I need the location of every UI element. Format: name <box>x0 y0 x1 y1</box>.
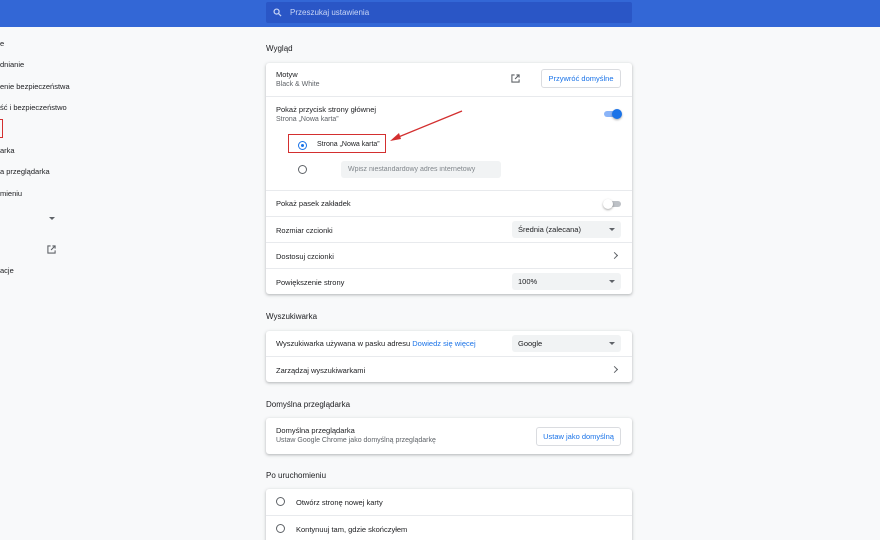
home-button-toggle[interactable] <box>604 109 622 119</box>
home-option-custom-url[interactable] <box>298 161 598 178</box>
default-browser-label: Domyślna przeglądarka <box>276 426 355 435</box>
manage-search-engines-label: Zarządzaj wyszukiwarkami <box>276 366 366 375</box>
dropdown-arrow-icon <box>609 280 615 283</box>
radio-startup-continue[interactable] <box>276 524 285 533</box>
font-size-label: Rozmiar czcionki <box>276 226 333 235</box>
learn-more-link[interactable]: Dowiedz się więcej <box>412 339 475 348</box>
startup-option-new-tab[interactable]: Otwórz stronę nowej karty <box>266 489 632 515</box>
sidebar-item[interactable]: a przeglądarka <box>0 167 50 176</box>
section-title-default-browser: Domyślna przeglądarka <box>266 400 351 409</box>
customize-fonts-row[interactable]: Dostosuj czcionki <box>266 242 632 268</box>
customize-fonts-label: Dostosuj czcionki <box>276 252 334 261</box>
font-size-select[interactable]: Średnia (zalecana) <box>512 221 621 238</box>
font-size-value: Średnia (zalecana) <box>518 225 581 234</box>
dropdown-arrow-icon <box>609 342 615 345</box>
startup-new-tab-label: Otwórz stronę nowej karty <box>296 498 383 507</box>
bookmarks-bar-row: Pokaż pasek zakładek <box>266 190 632 216</box>
set-default-button[interactable]: Ustaw jako domyślną <box>536 427 621 446</box>
default-browser-description: Ustaw Google Chrome jako domyślną przegl… <box>276 437 436 444</box>
startup-continue-label: Kontynuuj tam, gdzie skończyłem <box>296 525 408 534</box>
dropdown-arrow-icon <box>609 228 615 231</box>
top-bar <box>0 0 880 27</box>
chevron-right-icon <box>610 365 619 374</box>
page-zoom-label: Powiększenie strony <box>276 278 345 287</box>
on-startup-card: Otwórz stronę nowej karty Kontynuuj tam,… <box>266 489 632 540</box>
section-title-search-engine: Wyszukiwarka <box>266 312 318 321</box>
reset-theme-button[interactable]: Przywróć domyślne <box>541 69 621 88</box>
sidebar-item[interactable]: ść i bezpieczeństwo <box>0 103 67 112</box>
annotation-arrow-icon <box>390 110 463 141</box>
radio-startup-new-tab[interactable] <box>276 497 285 506</box>
search-engine-select[interactable]: Google <box>512 335 621 352</box>
page-zoom-select[interactable]: 100% <box>512 273 621 290</box>
sidebar-selection-marker <box>0 119 3 138</box>
address-bar-engine-row: Wyszukiwarka używana w pasku adresu Dowi… <box>266 331 632 356</box>
bookmarks-bar-toggle[interactable] <box>603 199 621 209</box>
search-box[interactable] <box>266 2 632 23</box>
chevron-right-icon <box>610 251 619 260</box>
home-button-label: Pokaż przycisk strony głównej <box>276 105 377 114</box>
search-engine-value: Google <box>518 339 543 348</box>
search-icon <box>273 8 282 17</box>
radio-custom-url[interactable] <box>298 165 307 174</box>
external-link-icon[interactable] <box>511 74 520 83</box>
custom-url-input[interactable] <box>341 161 501 178</box>
section-title-appearance: Wygląd <box>266 44 293 53</box>
sidebar-item[interactable]: arka <box>0 146 15 155</box>
section-title-on-startup: Po uruchomieniu <box>266 471 327 480</box>
advanced-expand-icon[interactable] <box>49 217 55 220</box>
default-browser-card: Domyślna przeglądarka Ustaw Google Chrom… <box>266 418 632 454</box>
sidebar-item[interactable]: mieniu <box>0 189 22 198</box>
manage-search-engines-row[interactable]: Zarządzaj wyszukiwarkami <box>266 356 632 382</box>
sidebar-item[interactable]: e <box>0 39 4 48</box>
theme-row: Motyw Black & White Przywróć domyślne <box>266 63 632 96</box>
font-size-row: Rozmiar czcionki Średnia (zalecana) <box>266 216 632 242</box>
sidebar-item[interactable]: acje <box>0 266 14 275</box>
external-link-icon[interactable] <box>47 245 56 254</box>
appearance-card: Motyw Black & White Przywróć domyślne Po… <box>266 63 632 294</box>
page-zoom-row: Powiększenie strony 100% <box>266 268 632 294</box>
annotation-highlight-box <box>288 134 386 153</box>
home-button-value: Strona „Nowa karta” <box>276 116 339 123</box>
theme-value: Black & White <box>276 81 320 88</box>
sidebar-item[interactable]: enie bezpieczeństwa <box>0 82 70 91</box>
sidebar-item[interactable]: dnianie <box>0 60 24 69</box>
page-zoom-value: 100% <box>518 277 538 286</box>
address-bar-engine-label: Wyszukiwarka używana w pasku adresu Dowi… <box>276 339 476 348</box>
theme-label: Motyw <box>276 70 298 79</box>
bookmarks-bar-label: Pokaż pasek zakładek <box>276 199 351 208</box>
sidebar: e dnianie enie bezpieczeństwa ść i bezpi… <box>0 27 110 540</box>
search-engine-card: Wyszukiwarka używana w pasku adresu Dowi… <box>266 331 632 382</box>
startup-option-continue[interactable]: Kontynuuj tam, gdzie skończyłem <box>266 515 632 540</box>
search-input[interactable] <box>290 8 590 17</box>
